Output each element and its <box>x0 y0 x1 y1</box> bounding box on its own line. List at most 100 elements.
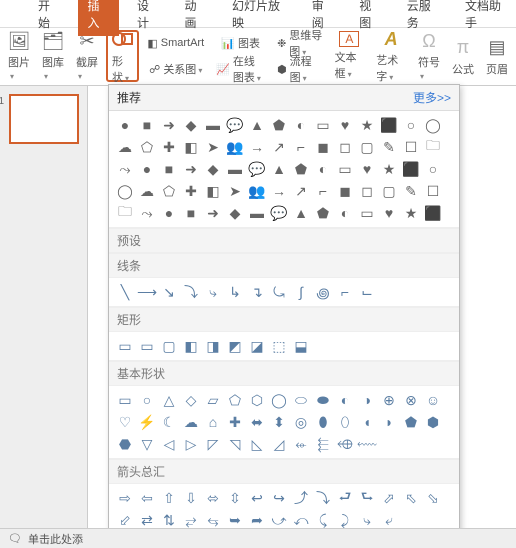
shape-option[interactable]: ✎ <box>403 183 419 199</box>
shape-option[interactable]: ⬛ <box>381 117 397 133</box>
shape-option[interactable]: → <box>271 183 287 199</box>
shape-option[interactable]: ⤵ <box>183 284 199 300</box>
shape-option[interactable]: ↩ <box>249 490 265 506</box>
ribbon-textbox[interactable]: A 文本框 <box>331 30 369 82</box>
ribbon-picture[interactable]: 🖼 图片 <box>4 30 34 82</box>
shape-option[interactable]: ◩ <box>227 338 243 354</box>
shape-option[interactable]: ◺ <box>249 436 265 452</box>
shape-option[interactable]: ⤿ <box>271 284 287 300</box>
ribbon-flowchart[interactable]: ⬢流程图 <box>273 56 327 82</box>
shape-option[interactable]: ⬟ <box>271 117 287 133</box>
shape-option[interactable]: ⤺ <box>293 512 309 528</box>
shape-option[interactable]: 💬 <box>271 205 287 221</box>
shape-option[interactable]: ☾ <box>161 414 177 430</box>
shape-option[interactable]: ✚ <box>183 183 199 199</box>
shape-option[interactable]: ★ <box>403 205 419 221</box>
shape-option[interactable]: ◯ <box>425 117 441 133</box>
shape-option[interactable]: ⬌ <box>249 414 265 430</box>
shape-option[interactable]: ◼ <box>337 183 353 199</box>
shape-option[interactable]: ➜ <box>161 117 177 133</box>
shape-option[interactable]: ▬ <box>227 161 243 177</box>
shape-option[interactable]: ◿ <box>271 436 287 452</box>
shape-option[interactable]: ♥ <box>381 205 397 221</box>
shape-option[interactable]: ◧ <box>205 183 221 199</box>
shape-option[interactable]: ✚ <box>227 414 243 430</box>
shape-option[interactable]: ▱ <box>205 392 221 408</box>
shape-option[interactable]: ⮑ <box>359 490 375 506</box>
shape-option[interactable]: ▭ <box>117 338 133 354</box>
shape-option[interactable]: ◸ <box>205 436 221 452</box>
shape-option[interactable]: ■ <box>161 161 177 177</box>
shape-option[interactable]: ▢ <box>359 139 375 155</box>
shape-option[interactable]: ⬟ <box>403 414 419 430</box>
shape-option[interactable]: ◧ <box>183 338 199 354</box>
shape-option[interactable]: ➤ <box>205 139 221 155</box>
shape-option[interactable]: ↴ <box>249 284 265 300</box>
shape-option[interactable]: ▭ <box>359 205 375 221</box>
shape-option[interactable]: ♥ <box>359 161 375 177</box>
shape-option[interactable]: ⮐ <box>337 490 353 506</box>
shape-option[interactable]: ⤵ <box>315 490 331 506</box>
shape-option[interactable]: ⬠ <box>161 183 177 199</box>
shape-option[interactable]: ☁ <box>117 139 133 155</box>
shape-option[interactable]: ⬳ <box>359 436 375 452</box>
shape-option[interactable]: ◁ <box>161 436 177 452</box>
shape-option[interactable]: ○ <box>403 117 419 133</box>
shape-option[interactable]: ⬢ <box>425 414 441 430</box>
add-note[interactable]: 单击此处添 <box>28 531 83 547</box>
dd-more-link[interactable]: 更多>> <box>413 89 451 106</box>
shape-option[interactable]: ▲ <box>293 205 309 221</box>
shape-option[interactable]: ▲ <box>271 161 287 177</box>
shape-option[interactable]: ⤸ <box>337 512 353 528</box>
shape-option[interactable]: ⬮ <box>315 414 331 430</box>
shape-option[interactable]: ⬟ <box>293 161 309 177</box>
shape-option[interactable]: ★ <box>381 161 397 177</box>
shape-option[interactable]: ◻ <box>337 139 353 155</box>
shape-option[interactable]: ◖ <box>359 414 375 430</box>
shape-option[interactable]: ꩜ <box>315 284 331 300</box>
shape-option[interactable]: ⬭ <box>293 392 309 408</box>
shape-option[interactable]: △ <box>161 392 177 408</box>
shape-option[interactable]: ○ <box>425 161 441 177</box>
slide-thumb[interactable]: 1 <box>9 94 79 144</box>
ribbon-shapes[interactable]: 形状 <box>106 30 139 82</box>
shape-option[interactable]: ★ <box>359 117 375 133</box>
shape-option[interactable]: ▬ <box>249 205 265 221</box>
shape-option[interactable]: ▭ <box>117 392 133 408</box>
shape-option[interactable]: ● <box>117 117 133 133</box>
shape-option[interactable]: ■ <box>139 117 155 133</box>
shape-option[interactable]: ⬡ <box>249 392 265 408</box>
shape-option[interactable]: ↳ <box>227 284 243 300</box>
ribbon-gallery[interactable]: 🗂 图库 <box>38 30 68 82</box>
shape-option[interactable]: ◪ <box>249 338 265 354</box>
shape-option[interactable]: ■ <box>183 205 199 221</box>
shape-option[interactable]: ◆ <box>183 117 199 133</box>
shape-option[interactable]: ♥ <box>337 117 353 133</box>
shape-option[interactable]: ⇄ <box>139 512 155 528</box>
shape-option[interactable]: ⥃ <box>205 512 221 528</box>
shape-option[interactable]: ⌙ <box>359 284 375 300</box>
shape-option[interactable]: ◎ <box>293 414 309 430</box>
shape-option[interactable]: ⇨ <box>117 490 133 506</box>
shape-option[interactable]: ✎ <box>381 139 397 155</box>
shape-option[interactable]: ◯ <box>271 392 287 408</box>
shape-option[interactable]: ⬛ <box>425 205 441 221</box>
shape-option[interactable]: ⬟ <box>315 205 331 221</box>
shape-option[interactable]: ⬲ <box>337 436 353 452</box>
shape-option[interactable]: ▭ <box>337 161 353 177</box>
shape-option[interactable]: ▭ <box>315 117 331 133</box>
shape-option[interactable]: 🗀 <box>117 205 133 221</box>
shape-option[interactable]: ▢ <box>381 183 397 199</box>
shape-option[interactable]: ⤳ <box>117 161 133 177</box>
shape-option[interactable]: ◐ <box>337 392 353 408</box>
shape-option[interactable]: ▭ <box>139 338 155 354</box>
shape-option[interactable]: ⌐ <box>315 183 331 199</box>
shape-option[interactable]: ◐ <box>337 205 353 221</box>
shape-option[interactable]: ⇧ <box>161 490 177 506</box>
shape-option[interactable]: ◧ <box>183 139 199 155</box>
shape-option[interactable]: ⬁ <box>403 490 419 506</box>
shape-option[interactable]: ☺ <box>425 392 441 408</box>
shape-option[interactable]: ╲ <box>117 284 133 300</box>
shape-option[interactable]: 💬 <box>227 117 243 133</box>
shape-option[interactable]: ⥂ <box>183 512 199 528</box>
